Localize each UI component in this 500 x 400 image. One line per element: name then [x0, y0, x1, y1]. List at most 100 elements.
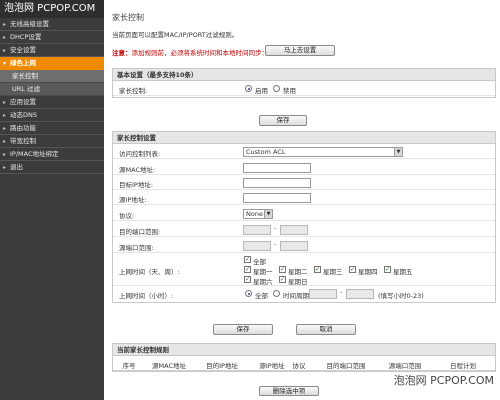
column-header: 序号 — [122, 362, 136, 370]
src-ip-input[interactable] — [243, 193, 311, 203]
basic-settings-section: 基本设置（最多支持10条） 家长控制: 启用 禁用 — [112, 68, 496, 98]
chevron-down-icon: ▼ — [264, 210, 272, 218]
protocol-value: None — [246, 210, 263, 218]
dst-port-start-input[interactable] — [243, 225, 271, 235]
src-port-end-input[interactable] — [280, 241, 308, 251]
src-ip-row: 源IP地址: — [113, 190, 495, 205]
column-header: 目的端口范围 — [326, 362, 366, 370]
dst-ip-label: 目标IP地址: — [119, 181, 154, 189]
hours-all-label: 全部 — [255, 292, 268, 300]
notice-text: 添加规则前，必须将系统时间和本地时间同步： — [131, 49, 269, 57]
main-content: 家长控制 当前页面可以配置MAC/IP/PORT过滤规则。 注意：添加规则前，必… — [108, 0, 500, 400]
day-checkbox-thu[interactable]: ✓ — [349, 266, 356, 273]
sidebar-item-green-internet[interactable]: 绿色上网 — [0, 57, 104, 70]
enable-radio[interactable] — [245, 85, 252, 92]
src-port-start-input[interactable] — [243, 241, 271, 251]
control-settings-header: 家长控制设置 — [113, 132, 495, 144]
sidebar-item-security[interactable]: 安全设置 — [0, 44, 104, 57]
day-all-checkbox[interactable]: ✓ — [244, 256, 251, 263]
day-checkbox-sun[interactable]: ✓ — [279, 276, 286, 283]
src-ip-label: 源IP地址: — [119, 196, 147, 204]
sidebar-item-bandwidth[interactable]: 带宽控制 — [0, 135, 104, 148]
dst-port-row: 目的端口范围: - — [113, 222, 495, 237]
sidebar: 泡泡网 PCPOP.COM 无线高级设置 DHCP设置 安全设置 绿色上网 家长… — [0, 0, 104, 400]
access-list-row: 访问控制列表: Custom ACL ▼ — [113, 144, 495, 159]
range-dash: - — [274, 240, 277, 248]
control-cancel-button[interactable]: 取消 — [296, 324, 356, 335]
hours-all-radio[interactable] — [245, 290, 252, 297]
page-title: 家长控制 — [112, 13, 144, 22]
src-mac-input[interactable] — [243, 163, 311, 173]
hours-start-input[interactable] — [309, 289, 337, 299]
dst-ip-input[interactable] — [243, 178, 311, 188]
hours-period-radio[interactable] — [273, 290, 280, 297]
day-checkbox-tue[interactable]: ✓ — [279, 266, 286, 273]
day-checkbox-sat[interactable]: ✓ — [244, 276, 251, 283]
sidebar-subitem-url-filter[interactable]: URL 过滤 — [0, 83, 104, 96]
day-label-wed: 星期三 — [323, 268, 343, 276]
parental-control-row: 家长控制: 启用 禁用 — [113, 81, 495, 96]
hours-label: 上网时间（小时）: — [119, 292, 174, 300]
sidebar-item-ip-mac-binding[interactable]: IP/MAC地址绑定 — [0, 148, 104, 161]
access-list-value: Custom ACL — [246, 148, 286, 156]
sidebar-item-routing[interactable]: 路由功能 — [0, 122, 104, 135]
access-list-label: 访问控制列表: — [119, 150, 161, 158]
access-list-select[interactable]: Custom ACL ▼ — [243, 147, 403, 157]
rules-table-header: 序号 源MAC地址 目的IP地址 源IP地址 协议 目的端口范围 源端口范围 日… — [113, 356, 495, 371]
protocol-row: 协议: None ▼ — [113, 206, 495, 221]
day-checkbox-fri[interactable]: ✓ — [384, 266, 391, 273]
sync-time-button[interactable]: 马上去设置 — [265, 45, 335, 56]
dst-port-label: 目的端口范围: — [119, 228, 161, 236]
sidebar-item-dhcp[interactable]: DHCP设置 — [0, 31, 104, 44]
column-header: 协议 — [292, 362, 306, 370]
dst-port-end-input[interactable] — [280, 225, 308, 235]
sidebar-item-wireless-advanced[interactable]: 无线高级设置 — [0, 18, 104, 31]
enable-label: 启用 — [255, 87, 268, 95]
day-all-label: 全部 — [253, 258, 266, 266]
basic-save-button[interactable]: 保存 — [259, 115, 307, 126]
hours-end-input[interactable] — [346, 289, 374, 299]
brand-watermark-top: 泡泡网 PCPOP.COM — [0, 0, 104, 18]
column-header: 源端口范围 — [388, 362, 422, 370]
hours-row: 上网时间（小时）: 全部 时间周期 - (填写小时0-23) — [113, 286, 495, 301]
day-label-thu: 星期四 — [358, 268, 378, 276]
protocol-label: 协议: — [119, 212, 135, 220]
delete-selected-button[interactable]: 删除选中项 — [259, 386, 319, 396]
rules-header: 当前家长控制规则 — [113, 344, 495, 356]
src-mac-label: 源MAC地址: — [119, 166, 156, 174]
watermark-logo: 泡泡网 PCPOP.COM — [393, 374, 494, 387]
dst-ip-row: 目标IP地址: — [113, 175, 495, 190]
days-row: 上网时间（天、周）: ✓ 全部 ✓ 星期一 ✓ 星期二 ✓ 星期三 ✓ 星期四 … — [113, 254, 495, 286]
day-label-tue: 星期二 — [288, 268, 308, 276]
range-dash: - — [274, 224, 277, 232]
src-port-label: 源端口范围: — [119, 244, 154, 252]
hours-hint: (填写小时0-23) — [378, 292, 424, 300]
disable-radio[interactable] — [273, 85, 280, 92]
src-port-row: 源端口范围: - — [113, 238, 495, 253]
days-label: 上网时间（天、周）: — [119, 268, 180, 276]
day-label-sun: 星期日 — [288, 278, 308, 286]
sidebar-subitem-parental-control[interactable]: 家长控制 — [0, 70, 104, 83]
parental-control-label: 家长控制: — [119, 87, 148, 95]
chevron-down-icon: ▼ — [394, 148, 402, 156]
column-header: 目的IP地址 — [206, 362, 238, 370]
day-label-mon: 星期一 — [253, 268, 273, 276]
column-header: 日程计划 — [450, 362, 476, 370]
src-mac-row: 源MAC地址: — [113, 160, 495, 175]
control-save-button[interactable]: 保存 — [213, 324, 273, 335]
sidebar-item-ddns[interactable]: 动态DNS — [0, 109, 104, 122]
basic-settings-header: 基本设置（最多支持10条） — [113, 69, 495, 81]
hours-period-label: 时间周期 — [283, 292, 309, 300]
day-checkbox-wed[interactable]: ✓ — [314, 266, 321, 273]
disable-label: 禁用 — [283, 87, 296, 95]
day-label-fri: 星期五 — [393, 268, 413, 276]
sidebar-item-app-settings[interactable]: 应用设置 — [0, 96, 104, 109]
day-label-sat: 星期六 — [253, 278, 273, 286]
control-settings-section: 家长控制设置 访问控制列表: Custom ACL ▼ 源MAC地址: 目标IP… — [112, 131, 496, 303]
protocol-select[interactable]: None ▼ — [243, 209, 273, 219]
day-checkbox-mon[interactable]: ✓ — [244, 266, 251, 273]
range-dash: - — [340, 288, 343, 296]
sync-notice: 注意：添加规则前，必须将系统时间和本地时间同步： — [112, 47, 268, 57]
rules-section: 当前家长控制规则 序号 源MAC地址 目的IP地址 源IP地址 协议 目的端口范… — [112, 343, 496, 372]
sidebar-item-logout[interactable]: 退出 — [0, 161, 104, 174]
